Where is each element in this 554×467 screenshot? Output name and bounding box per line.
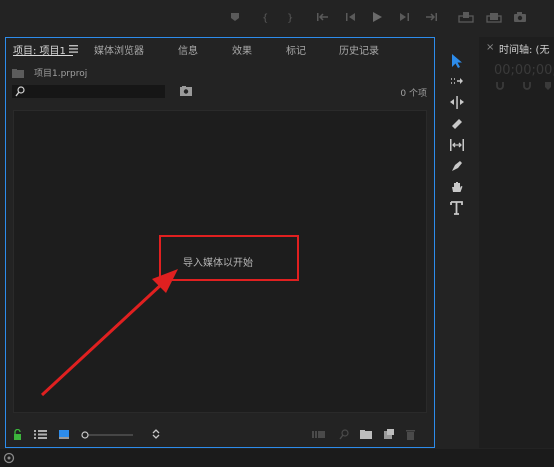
- snap-icon[interactable]: [495, 81, 505, 91]
- status-bar: [0, 449, 554, 467]
- type-tool-icon[interactable]: [449, 200, 465, 216]
- close-icon[interactable]: ×: [486, 42, 494, 53]
- razor-tool-icon[interactable]: [449, 116, 465, 132]
- tools-panel: [437, 37, 475, 448]
- ripple-edit-tool-icon[interactable]: [449, 95, 465, 111]
- pen-tool-icon[interactable]: [449, 158, 465, 174]
- add-marker-icon[interactable]: [543, 81, 553, 91]
- timecode-display[interactable]: 00;00;00;0: [494, 63, 554, 78]
- sync-icon[interactable]: [3, 452, 15, 464]
- timeline-title[interactable]: 时间轴: (无: [499, 41, 549, 56]
- linked-selection-icon[interactable]: [522, 81, 532, 91]
- track-select-tool-icon[interactable]: [449, 74, 465, 90]
- selection-tool-icon[interactable]: [449, 53, 465, 69]
- slip-tool-icon[interactable]: [449, 137, 465, 153]
- hand-tool-icon[interactable]: [449, 179, 465, 195]
- timeline-panel: × 时间轴: (无 00;00;00;0: [479, 37, 554, 448]
